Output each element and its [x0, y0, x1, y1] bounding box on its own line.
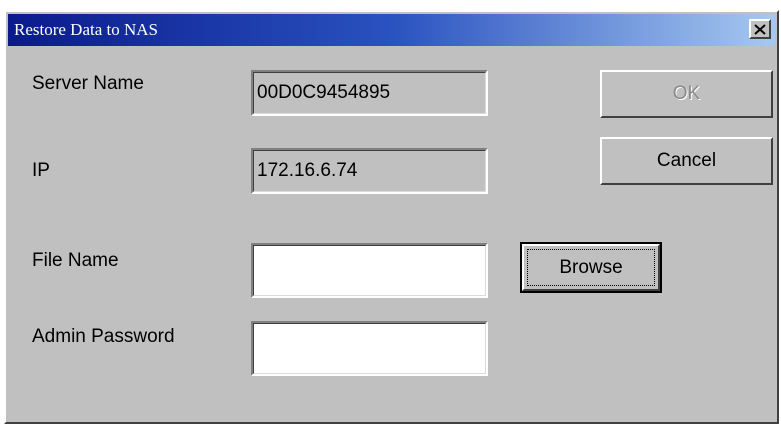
- ok-button[interactable]: OK: [600, 70, 773, 118]
- close-button[interactable]: [749, 19, 771, 39]
- close-icon: [751, 21, 769, 37]
- window-title: Restore Data to NAS: [14, 20, 159, 39]
- restore-dialog: Restore Data to NAS Server Name 00D0C945…: [4, 10, 779, 424]
- file-name-label: File Name: [32, 250, 119, 271]
- browse-button-label: Browse: [559, 256, 623, 278]
- ip-label: IP: [32, 160, 50, 181]
- browse-button[interactable]: Browse: [520, 242, 662, 293]
- ip-field: 172.16.6.74: [251, 148, 488, 194]
- file-name-input[interactable]: [251, 243, 488, 298]
- cancel-button[interactable]: Cancel: [600, 137, 773, 185]
- cancel-button-label: Cancel: [656, 150, 717, 171]
- admin-password-label: Admin Password: [32, 326, 175, 347]
- ip-value: 172.16.6.74: [257, 160, 358, 181]
- server-name-label: Server Name: [32, 73, 144, 94]
- title-bar[interactable]: Restore Data to NAS: [8, 14, 775, 46]
- admin-password-input[interactable]: [251, 321, 488, 376]
- server-name-field: 00D0C9454895: [251, 70, 488, 116]
- server-name-value: 00D0C9454895: [257, 82, 391, 103]
- ok-button-label: OK: [672, 83, 701, 104]
